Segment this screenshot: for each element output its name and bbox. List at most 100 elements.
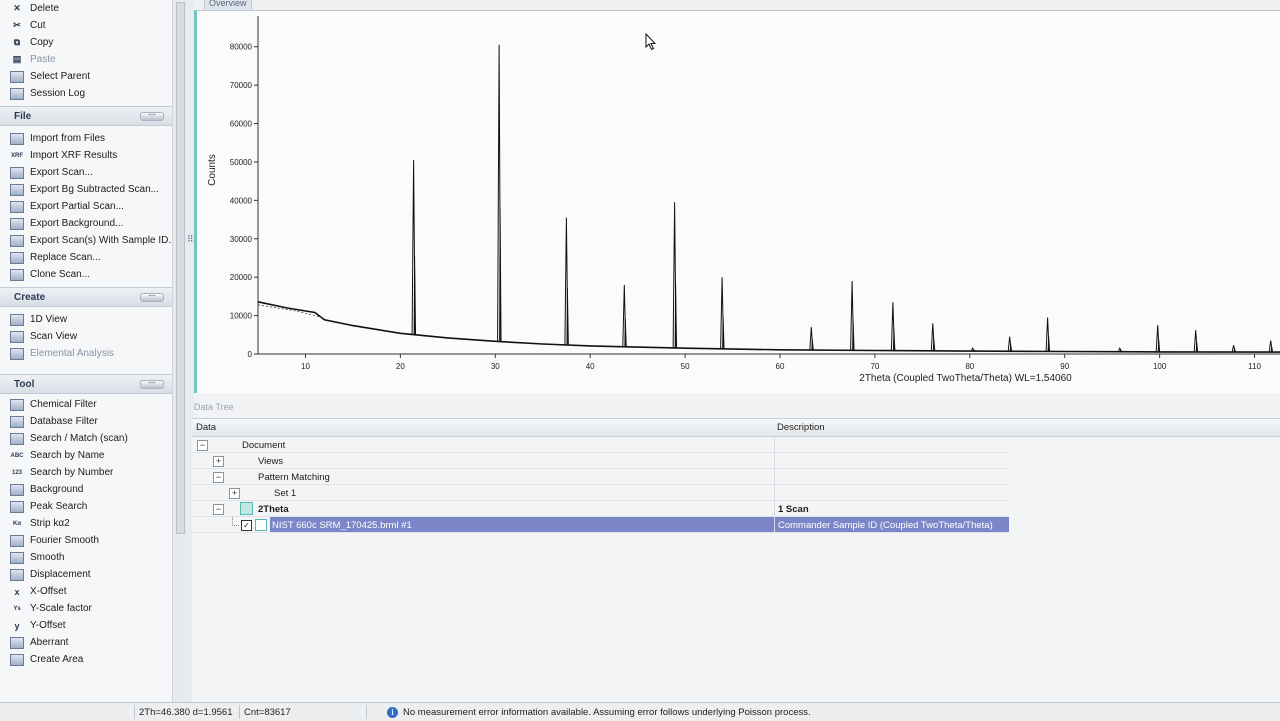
y-tick-label: 60000 (230, 120, 253, 129)
tree-guide-line (232, 517, 239, 526)
command-export-partial[interactable]: Export Partial Scan... (0, 198, 172, 215)
export-sample-id-icon (10, 234, 24, 247)
x-tick-label: 20 (396, 362, 405, 371)
column-separator (774, 517, 775, 533)
scan-group-icon (240, 502, 253, 515)
create-section-title: Create (14, 291, 46, 303)
splitter-grip-icon[interactable]: ⠿ (187, 234, 194, 245)
scrollbar-thumb[interactable] (176, 2, 185, 534)
tree-row[interactable]: − 2Theta 1 Scan (192, 501, 1009, 517)
y-tick-label: 80000 (230, 43, 253, 52)
xrd-pattern-chart[interactable]: 0 10000 20000 30000 40000 50000 60000 70000 8000… (201, 11, 1280, 391)
x-tick-label: 110 (1248, 362, 1261, 371)
command-cut[interactable]: ✂ Cut (0, 17, 172, 34)
command-label: X-Offset (30, 586, 67, 597)
column-separator (774, 485, 775, 501)
create-section-menu-button[interactable]: ⋯ (140, 292, 164, 302)
column-header-data[interactable]: Data (192, 419, 779, 437)
command-smooth[interactable]: Smooth (0, 549, 172, 566)
column-separator (774, 453, 775, 469)
command-label: Session Log (30, 88, 86, 99)
y-tick-label: 30000 (230, 235, 253, 244)
command-copy[interactable]: ⧉ Copy (0, 34, 172, 51)
tool-section-title: Tool (14, 378, 35, 390)
tool-section-menu-button[interactable]: ⋯ (140, 379, 164, 389)
x-tick-label: 90 (1060, 362, 1069, 371)
tree-row[interactable]: − Document (192, 437, 1009, 453)
collapse-icon[interactable]: − (213, 504, 224, 515)
command-scan-view[interactable]: Scan View (0, 328, 172, 345)
command-label: Strip kα2 (30, 518, 70, 529)
file-section-menu-button[interactable]: ⋯ (140, 111, 164, 121)
command-y-scale[interactable]: Ys Y-Scale factor (0, 600, 172, 617)
command-displacement[interactable]: Displacement (0, 566, 172, 583)
command-label: Fourier Smooth (30, 535, 99, 546)
mouse-cursor-icon (645, 33, 657, 51)
search-match-icon (10, 432, 24, 445)
command-label: Export Bg Subtracted Scan... (30, 184, 159, 195)
command-export-background[interactable]: Export Background... (0, 215, 172, 232)
data-tree-title: Data Tree (194, 402, 234, 412)
command-export-bg-subtracted[interactable]: Export Bg Subtracted Scan... (0, 181, 172, 198)
x-tick-label: 80 (965, 362, 974, 371)
command-fourier-smooth[interactable]: Fourier Smooth (0, 532, 172, 549)
tool-section-header[interactable]: Tool ⋯ (0, 374, 172, 394)
command-label: Y-Scale factor (30, 603, 92, 614)
overview-tab[interactable]: Overview (204, 0, 252, 11)
command-export-sample-id[interactable]: Export Scan(s) With Sample ID... (0, 232, 172, 249)
command-paste[interactable]: ▤ Paste (0, 51, 172, 68)
command-y-offset[interactable]: y Y-Offset (0, 617, 172, 634)
command-x-offset[interactable]: x X-Offset (0, 583, 172, 600)
command-delete[interactable]: ✕ Delete (0, 0, 172, 17)
row-gridline (192, 532, 1009, 533)
command-label: Displacement (30, 569, 91, 580)
command-search-number[interactable]: 123 Search by Number (0, 464, 172, 481)
command-1d-view[interactable]: 1D View (0, 311, 172, 328)
command-import-xrf[interactable]: XRF Import XRF Results (0, 147, 172, 164)
tree-row[interactable]: ✓ NIST 660c SRM_170425.brml #1 Commander S… (192, 517, 1009, 533)
command-session-log[interactable]: Session Log (0, 85, 172, 102)
export-partial-icon (10, 200, 24, 213)
command-create-area[interactable]: Create Area (0, 651, 172, 668)
command-search-name[interactable]: ABC Search by Name (0, 447, 172, 464)
command-search-match[interactable]: Search / Match (scan) (0, 430, 172, 447)
command-chemical-filter[interactable]: Chemical Filter (0, 396, 172, 413)
command-label: Peak Search (30, 501, 88, 512)
command-clone-scan[interactable]: Clone Scan... (0, 266, 172, 283)
collapse-icon[interactable]: − (197, 440, 208, 451)
status-message: No measurement error information availab… (403, 706, 811, 718)
replace-scan-icon (10, 251, 24, 264)
command-panel: ✕ Delete ✂ Cut ⧉ Copy ▤ Paste Select Parent Sessi… (0, 0, 173, 702)
y-offset-icon: y (14, 620, 20, 631)
create-section-header[interactable]: Create ⋯ (0, 287, 172, 307)
command-export-scan[interactable]: Export Scan... (0, 164, 172, 181)
command-peak-search[interactable]: Peak Search (0, 498, 172, 515)
command-aberrant[interactable]: Aberrant (0, 634, 172, 651)
database-filter-icon (10, 415, 24, 428)
strip-ka2-icon: Kα (12, 520, 22, 527)
tree-row[interactable]: + Views (192, 453, 1009, 469)
command-label: Select Parent (30, 71, 91, 82)
import-files-icon (10, 132, 24, 145)
left-panel-scrollbar[interactable] (172, 0, 187, 702)
collapse-icon[interactable]: − (213, 472, 224, 483)
column-header-description[interactable]: Description (775, 419, 1280, 437)
export-bg-subtracted-icon (10, 183, 24, 196)
scan-visible-checkbox[interactable]: ✓ (241, 520, 252, 531)
command-replace-scan[interactable]: Replace Scan... (0, 249, 172, 266)
command-database-filter[interactable]: Database Filter (0, 413, 172, 430)
expand-icon[interactable]: + (229, 488, 240, 499)
tree-row[interactable]: − Pattern Matching (192, 469, 1009, 485)
file-section-header[interactable]: File ⋯ (0, 106, 172, 126)
tree-row[interactable]: + Set 1 (192, 485, 1009, 501)
x-tick-label: 70 (870, 362, 879, 371)
command-select-parent[interactable]: Select Parent (0, 68, 172, 85)
command-import-files[interactable]: Import from Files (0, 130, 172, 147)
expand-icon[interactable]: + (213, 456, 224, 467)
command-elemental-analysis[interactable]: Elemental Analysis (0, 345, 172, 362)
search-number-icon: 123 (11, 469, 22, 476)
elemental-analysis-icon (10, 347, 24, 360)
command-strip-ka2[interactable]: Kα Strip kα2 (0, 515, 172, 532)
command-background[interactable]: Background (0, 481, 172, 498)
y-tick-label: 0 (248, 350, 253, 359)
